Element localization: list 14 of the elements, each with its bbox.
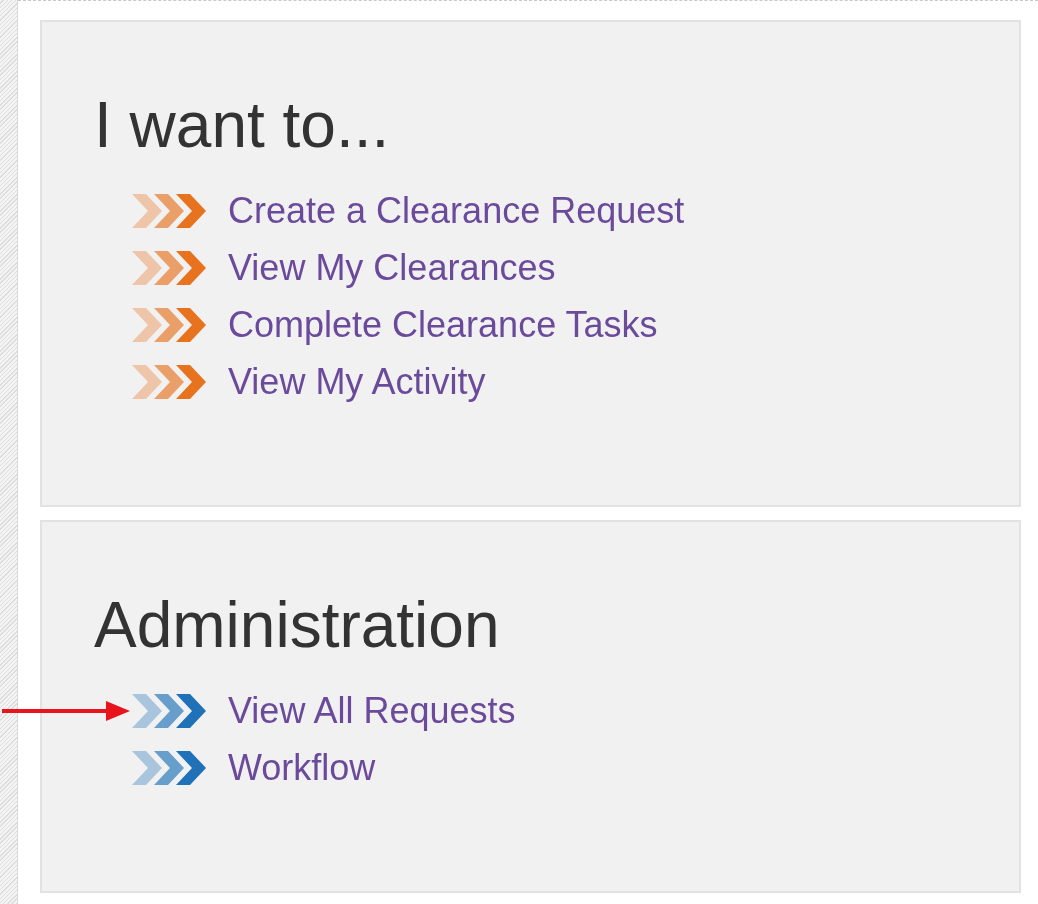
section-title: I want to... <box>94 88 391 162</box>
action-link[interactable]: Create a Clearance Request <box>228 189 685 232</box>
action-link[interactable]: Complete Clearance Tasks <box>228 303 658 346</box>
chevrons-icon <box>132 307 208 342</box>
action-link[interactable]: Workflow <box>228 746 376 789</box>
chevrons-icon <box>132 364 208 399</box>
chevrons-icon <box>132 250 208 285</box>
chevrons-icon <box>132 193 208 228</box>
action-link[interactable]: View My Activity <box>228 360 486 403</box>
chevrons-icon <box>132 693 208 728</box>
section-title: Administration <box>94 588 501 662</box>
action-link[interactable]: View All Requests <box>228 689 516 732</box>
chevrons-icon <box>132 750 208 785</box>
action-link[interactable]: View My Clearances <box>228 246 556 289</box>
